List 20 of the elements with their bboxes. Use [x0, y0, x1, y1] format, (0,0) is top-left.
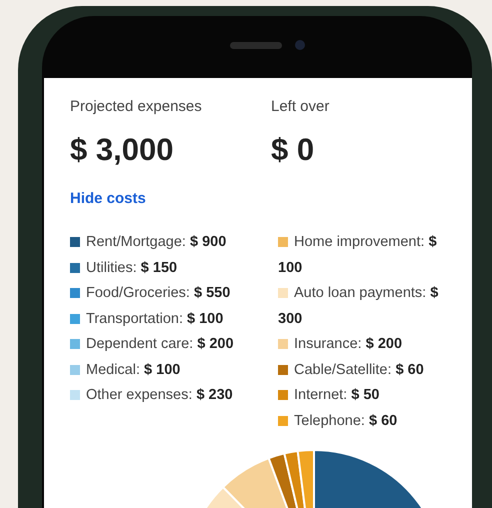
legend-item: Cable/Satellite: $ 60	[278, 358, 463, 383]
legend-item: Internet: $ 50	[278, 383, 463, 408]
legend-item: Telephone: $ 60	[278, 408, 463, 434]
summary-value: $ 0	[271, 132, 314, 168]
legend-item: Medical: $ 100	[70, 358, 278, 383]
legend-item: Dependent care: $ 200	[70, 332, 278, 358]
legend-item: Transportation: $ 100	[70, 306, 278, 332]
legend-item: Rent/Mortgage: $ 900	[70, 230, 278, 256]
hide-costs-link[interactable]: Hide costs	[70, 190, 146, 207]
legend-item: Auto loan payments: $ 300	[278, 284, 440, 328]
legend-item: Insurance: $ 200	[278, 332, 463, 358]
speaker-grille	[230, 42, 282, 49]
summary-value: $ 3,000	[70, 132, 174, 168]
camera-dot	[295, 40, 305, 50]
legend-item: Utilities: $ 150	[70, 256, 278, 281]
legend-item: Other expenses: $ 230	[70, 383, 278, 408]
legend-item: Food/Groceries: $ 550	[70, 281, 278, 306]
summary-label: Projected expenses	[70, 98, 202, 115]
summary-label: Left over	[271, 98, 330, 115]
legend-item: Home improvement: $ 100	[278, 233, 438, 278]
